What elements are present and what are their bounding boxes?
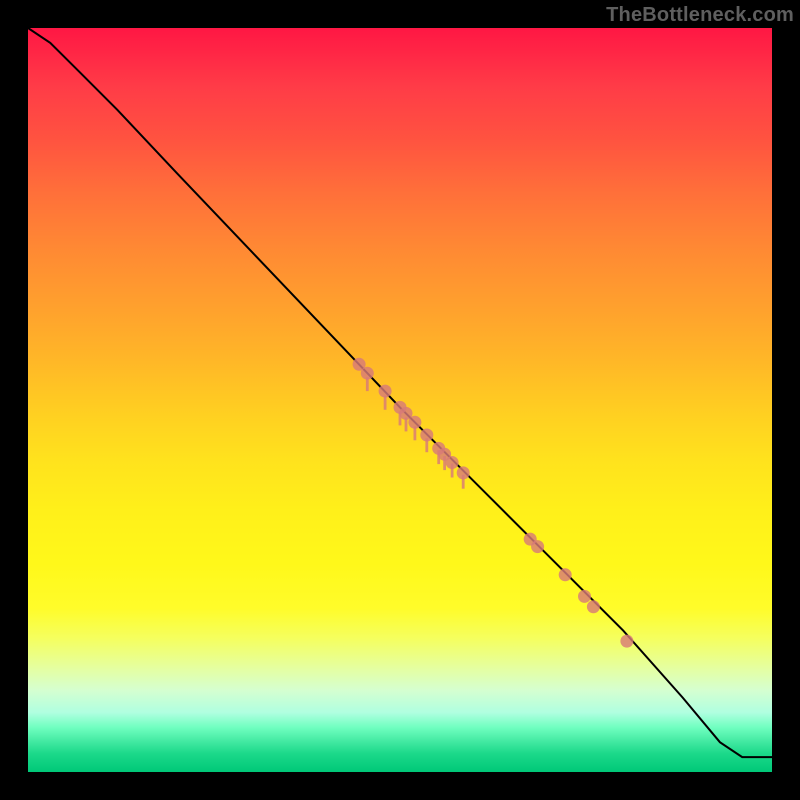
main-curve (28, 28, 772, 757)
chart-overlay (28, 28, 772, 772)
watermark-text: TheBottleneck.com (606, 4, 794, 27)
chart-canvas: TheBottleneck.com (0, 0, 800, 800)
